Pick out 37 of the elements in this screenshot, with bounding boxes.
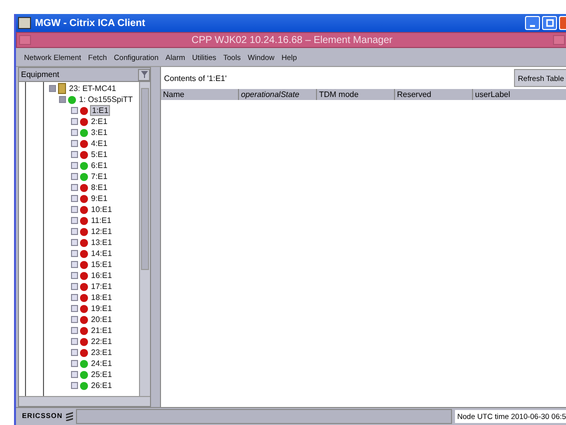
tree-item[interactable]: 4:E1 <box>90 139 108 148</box>
tree-item[interactable]: 17:E1 <box>90 282 113 291</box>
tree-item[interactable]: 5:E1 <box>90 150 108 159</box>
tree-item[interactable]: 2:E1 <box>90 117 108 126</box>
tree-item[interactable]: 9:E1 <box>90 194 108 203</box>
tree-item[interactable]: 3:E1 <box>90 128 108 137</box>
tree-item[interactable]: 18:E1 <box>90 293 113 302</box>
column-header[interactable]: Name <box>161 89 239 100</box>
tree-item[interactable]: 14:E1 <box>90 249 113 258</box>
tree-item[interactable]: 19:E1 <box>90 304 113 313</box>
tree-item[interactable]: 13:E1 <box>90 238 113 247</box>
tree-item[interactable]: 22:E1 <box>90 337 113 346</box>
tree-item[interactable]: 1: Os155SpiTT <box>78 95 134 104</box>
tree-item[interactable]: 1:E1 <box>90 105 110 116</box>
column-header[interactable]: operationalState <box>239 89 317 100</box>
tree-item[interactable]: 23:E1 <box>90 348 113 357</box>
tree-item[interactable]: 24:E1 <box>90 359 113 368</box>
tree-item[interactable]: 7:E1 <box>90 172 108 181</box>
tree-item[interactable]: 8:E1 <box>90 183 108 192</box>
tree-item[interactable]: 15:E1 <box>90 260 113 269</box>
tree-item[interactable]: 11:E1 <box>90 216 112 225</box>
tree-item[interactable]: 12:E1 <box>90 227 113 236</box>
panel-title: Equipment <box>21 70 60 79</box>
column-header[interactable]: userLabel <box>473 89 566 100</box>
tree-item[interactable]: 21:E1 <box>90 326 113 335</box>
window-title: MGW - Citrix ICA Client <box>35 18 146 28</box>
tree-item[interactable]: 20:E1 <box>90 315 113 324</box>
tree-item[interactable]: 16:E1 <box>90 271 113 280</box>
tree-item[interactable]: 6:E1 <box>90 161 108 170</box>
tree-item[interactable]: 10:E1 <box>90 205 113 214</box>
content-title: Contents of '1:E1' <box>164 74 227 82</box>
column-header[interactable]: TDM mode <box>317 89 395 100</box>
tree-item[interactable]: 25:E1 <box>90 370 113 379</box>
tree-item[interactable]: 23: ET-MC41 <box>68 84 118 93</box>
column-header[interactable]: Reserved <box>395 89 473 100</box>
app-title: CPP WJK02 10.24.16.68 – Element Manager <box>190 34 394 46</box>
tree-item[interactable]: 26:E1 <box>90 381 113 390</box>
